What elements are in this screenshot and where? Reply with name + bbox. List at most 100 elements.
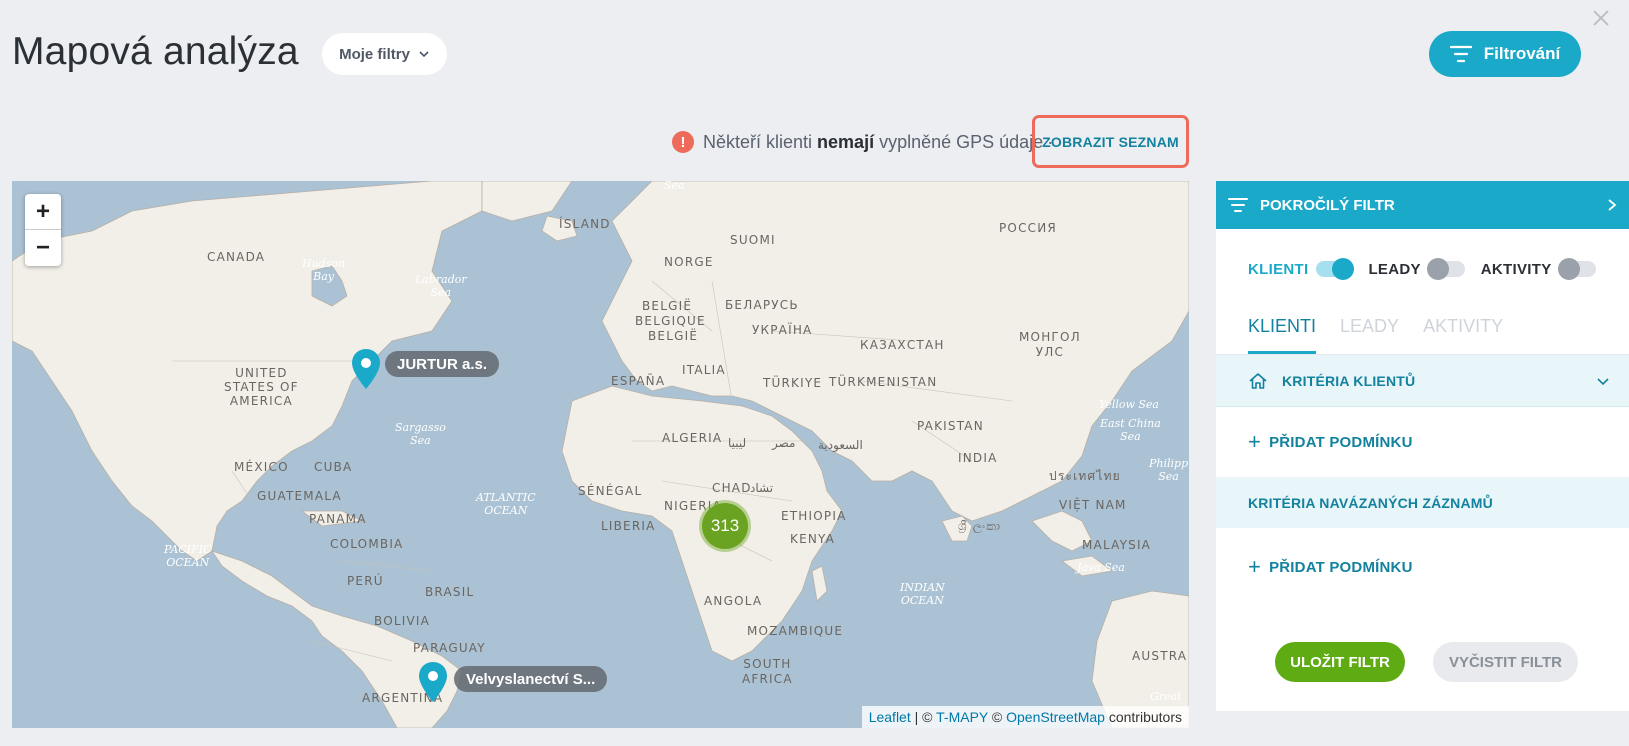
add-condition-button[interactable]: + PŘIDAT PODMÍNKU [1216, 407, 1629, 477]
sea-label: ATLANTIC OCEAN [476, 491, 536, 517]
my-filters-label: Moje filtry [339, 45, 410, 63]
toggle-label-clients: KLIENTI [1248, 260, 1309, 278]
sea-label: Great [1150, 690, 1182, 703]
map-label: РОССИЯ [999, 221, 1057, 235]
toggle-activities[interactable] [1557, 258, 1596, 280]
panel-title: POKROČILÝ FILTR [1260, 196, 1395, 214]
map-label: AUSTRA [1132, 649, 1188, 663]
map-label: BELGIË [648, 329, 699, 343]
leaflet-link[interactable]: Leaflet [869, 709, 911, 725]
home-icon [1249, 372, 1267, 389]
sea-label: Sargasso Sea [395, 421, 446, 447]
map-label: ÍSLAND [559, 217, 611, 231]
show-list-link[interactable]: ZOBRAZIT SEZNAM [1032, 115, 1189, 168]
attribution-text: contributors [1104, 709, 1182, 725]
map-label: BELGIË [642, 299, 693, 313]
add-condition-button[interactable]: + PŘIDAT PODMÍNKU [1216, 528, 1629, 606]
map-label: BRASIL [425, 585, 475, 599]
map-label: مصر [772, 436, 796, 450]
map-label: ශ්‍රී ලංකා [958, 519, 1002, 533]
sea-label: PACIFIC OCEAN [164, 543, 212, 569]
chevron-down-icon [1597, 377, 1609, 385]
marker-label[interactable]: Velvyslanectví S... [454, 666, 608, 692]
toggle-label-leads: LEADY [1368, 260, 1421, 278]
filter-icon [1449, 45, 1472, 63]
world-map[interactable] [12, 181, 1189, 728]
notice-text-1: Někteří klienti [703, 131, 813, 152]
filter-button[interactable]: Filtrování [1429, 31, 1581, 77]
map-label: ليبيا [728, 436, 747, 450]
panel-footer: ULOŽIT FILTR VYČISTIT FILTR [1275, 642, 1578, 682]
map-pin-icon[interactable] [351, 348, 381, 390]
clear-filter-button[interactable]: VYČISTIT FILTR [1433, 642, 1578, 682]
map-label: ITALIA [682, 363, 726, 377]
add-condition-label: PŘIDAT PODMÍNKU [1269, 558, 1413, 576]
map-label: NORGE [664, 255, 714, 269]
filter-button-label: Filtrování [1483, 44, 1561, 63]
osm-link[interactable]: OpenStreetMap [1006, 709, 1105, 725]
tab-clients[interactable]: KLIENTI [1248, 306, 1317, 354]
gps-notice: ! Někteří klienti nemají vyplněné GPS úd… [672, 128, 1057, 156]
cluster-count: 313 [702, 503, 748, 549]
map-label: ETHIOPIA [781, 509, 847, 523]
zoom-out-button[interactable]: − [25, 230, 61, 266]
map-label: TÜRKMENISTAN [829, 375, 938, 389]
add-condition-label: PŘIDAT PODMÍNKU [1269, 433, 1413, 451]
sea-label: Labrador Sea [415, 273, 467, 299]
map-label: МОНГОЛ УЛС [1019, 330, 1081, 359]
map-label: VIỆT NAM [1059, 498, 1127, 512]
toggle-clients[interactable] [1316, 258, 1355, 280]
chevron-down-icon [419, 51, 429, 58]
map-label: GUATEMALA [257, 489, 342, 503]
map-label: MOZAMBIQUE [747, 624, 844, 638]
client-criteria-section[interactable]: KRITÉRIA KLIENTŮ [1216, 355, 1629, 407]
map-label: ESPAÑA [611, 374, 666, 388]
map-label: TÜRKIYE [763, 376, 823, 390]
map-label: УКРАЇНА [752, 323, 813, 337]
sea-label: Yellow Sea [1099, 398, 1159, 411]
marker-label[interactable]: JURTUR a.s. [385, 351, 500, 377]
linked-records-criteria: KRITÉRIA NAVÁZANÝCH ZÁZNAMŮ [1216, 477, 1629, 528]
page-title: Mapová analýza [12, 30, 299, 73]
my-filters-dropdown[interactable]: Moje filtry [322, 33, 447, 75]
sea-label: INDIAN OCEAN [900, 581, 945, 607]
panel-header[interactable]: POKROČILÝ FILTR [1216, 181, 1629, 229]
sea-label: East China Sea [1100, 417, 1161, 443]
map-label: UNITED STATES OF AMERICA [224, 366, 299, 408]
map-label: BOLIVIA [374, 614, 431, 628]
close-icon[interactable] [1591, 8, 1611, 28]
map-label: السعودية [818, 438, 863, 452]
notice-text-2: vyplněné GPS údaje [879, 131, 1044, 152]
map-label: PERÚ [347, 574, 384, 588]
map-label: КАЗАХСТАН [860, 338, 945, 352]
map-label: SÉNÉGAL [578, 484, 643, 498]
entity-toggles: KLIENTI LEADY AKTIVITY [1216, 254, 1629, 284]
map-label: SUOMI [730, 233, 776, 247]
map-label: ANGOLA [704, 594, 763, 608]
tab-activities[interactable]: AKTIVITY [1423, 306, 1503, 354]
save-filter-button[interactable]: ULOŽIT FILTR [1275, 642, 1405, 682]
plus-icon: + [1248, 429, 1262, 454]
map-pin-icon[interactable] [418, 661, 448, 703]
toggle-leads[interactable] [1426, 258, 1465, 280]
map-label: PANAMA [309, 512, 367, 526]
map-label: COLOMBIA [330, 537, 404, 551]
filter-icon [1228, 198, 1248, 212]
notice-text-bold: nemají [817, 131, 875, 152]
chevron-right-icon[interactable] [1607, 198, 1617, 212]
map-label: SOUTH AFRICA [742, 657, 793, 686]
tab-leads[interactable]: LEADY [1340, 306, 1399, 354]
map-label: INDIA [958, 451, 998, 465]
map-attribution: Leaflet | © T-MAPY © OpenStreetMap contr… [861, 706, 1189, 728]
sea-label: Hudson Bay [302, 257, 346, 283]
map[interactable]: + − CANADA UNITED STATES OF AMERICA MÉXI… [12, 181, 1189, 728]
map-label: CUBA [314, 460, 353, 474]
tmapy-link[interactable]: T-MAPY [936, 709, 988, 725]
marker-cluster[interactable]: 313 [699, 500, 751, 552]
map-label: CHAD [712, 481, 752, 495]
toggle-label-activities: AKTIVITY [1480, 260, 1552, 278]
map-label: ประเทศไทย [1049, 469, 1121, 483]
panel-tabs: KLIENTI LEADY AKTIVITY [1216, 306, 1629, 355]
plus-icon: + [1248, 554, 1262, 579]
zoom-in-button[interactable]: + [25, 194, 61, 230]
